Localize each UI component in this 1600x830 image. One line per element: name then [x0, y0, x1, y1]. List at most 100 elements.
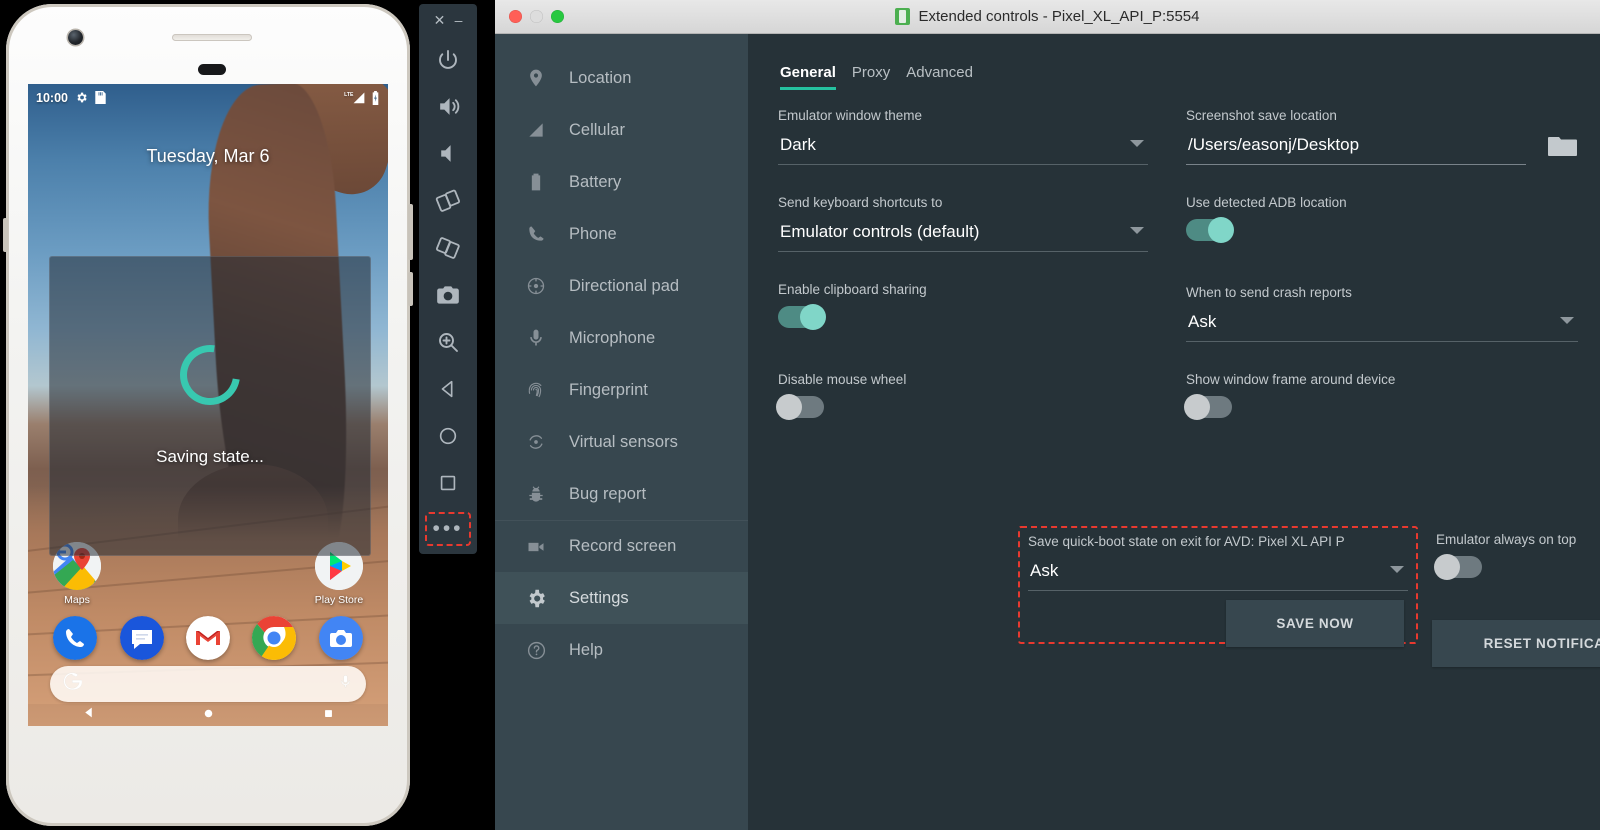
rotate-right-icon[interactable] — [426, 224, 470, 271]
window-frame-toggle[interactable] — [1184, 394, 1232, 420]
device-power-button[interactable] — [408, 204, 413, 260]
fingerprint-icon — [525, 379, 547, 401]
sidebar-item-phone[interactable]: Phone — [495, 208, 748, 260]
recents-nav-icon[interactable] — [323, 706, 334, 724]
settings-column-left: Emulator window theme Dark Send keyboard… — [748, 108, 1148, 448]
field-label: Emulator window theme — [778, 108, 923, 123]
window-zoom-button[interactable] — [551, 10, 564, 23]
field-label: Disable mouse wheel — [778, 372, 907, 387]
sidebar-item-cellular[interactable]: Cellular — [495, 104, 748, 156]
toolbar-close-button[interactable]: ✕ — [434, 13, 446, 27]
field-label: Send keyboard shortcuts to — [778, 195, 943, 210]
crash-reports-select[interactable]: Ask — [1186, 309, 1578, 342]
adb-location-toggle[interactable] — [1186, 217, 1234, 243]
camera-app-icon[interactable] — [318, 616, 363, 660]
sidebar-item-virtual-sensors[interactable]: Virtual sensors — [495, 416, 748, 468]
sidebar-item-bug-report[interactable]: Bug report — [495, 468, 748, 520]
window-title: Extended controls - Pixel_XL_API_P:5554 — [495, 8, 1600, 25]
sidebar-item-label: Bug report — [569, 484, 647, 503]
field-keyboard-shortcuts: Send keyboard shortcuts to Emulator cont… — [778, 195, 1148, 252]
settings-content: General Proxy Advanced Emulator window t… — [748, 34, 1600, 830]
keyboard-shortcuts-select[interactable]: Emulator controls (default) — [778, 219, 1148, 252]
chrome-app-icon[interactable] — [252, 616, 297, 660]
phone-app-icon[interactable] — [53, 616, 98, 660]
quickboot-select[interactable]: Ask — [1028, 558, 1408, 591]
field-label: Save quick-boot state on exit for AVD: P… — [1028, 534, 1345, 549]
folder-icon[interactable] — [1548, 134, 1578, 164]
home-app-label: Maps — [64, 594, 90, 606]
screenshot-location-input[interactable]: /Users/easonj/Desktop — [1186, 132, 1526, 165]
reset-notification-preferences-button[interactable]: RESET NOTIFICATION PREFERENCES — [1432, 620, 1600, 667]
settings-tabs: General Proxy Advanced — [748, 50, 1600, 90]
sidebar-item-location[interactable]: Location — [495, 52, 748, 104]
bug-icon — [525, 483, 547, 505]
device-sensor — [198, 64, 226, 75]
volume-up-icon[interactable] — [426, 83, 470, 130]
sidebar-item-label: Help — [569, 640, 603, 659]
field-always-on-top: Emulator always on top — [1434, 532, 1600, 580]
zoom-icon[interactable] — [426, 318, 470, 365]
always-on-top-toggle[interactable] — [1434, 554, 1482, 580]
toggle-knob — [1434, 554, 1460, 580]
field-quickboot-state: Save quick-boot state on exit for AVD: P… — [1028, 534, 1408, 591]
android-emulator-icon — [895, 8, 911, 25]
loading-spinner — [168, 333, 252, 417]
sidebar-item-label: Record screen — [569, 537, 677, 555]
save-now-button[interactable]: SAVE NOW — [1226, 600, 1404, 647]
chevron-down-icon — [1560, 317, 1574, 324]
messages-app-icon[interactable] — [119, 616, 164, 660]
window-close-button[interactable] — [509, 10, 522, 23]
tab-general[interactable]: General — [780, 64, 836, 90]
sidebar-item-settings[interactable]: Settings — [495, 572, 748, 624]
back-icon[interactable] — [426, 365, 470, 412]
battery-icon — [525, 171, 547, 193]
field-window-frame: Show window frame around device — [1184, 372, 1578, 420]
toggle-knob — [1208, 217, 1234, 243]
field-emulator-window-theme: Emulator window theme Dark — [778, 108, 1148, 165]
theme-select[interactable]: Dark — [778, 132, 1148, 165]
chevron-down-icon — [1130, 140, 1144, 147]
sidebar-item-record-screen[interactable]: Record screen — [495, 520, 748, 572]
overview-icon[interactable] — [426, 459, 470, 506]
toolbar-minimize-button[interactable]: – — [455, 13, 463, 27]
screenshot-location-value: /Users/easonj/Desktop — [1188, 135, 1360, 154]
sidebar-item-help[interactable]: Help — [495, 624, 748, 676]
gear-icon — [525, 587, 547, 609]
home-nav-icon[interactable] — [203, 706, 214, 724]
field-label: Screenshot save location — [1186, 108, 1337, 123]
screenshot-root: 10:00 LTE Tuesday, Mar 6 Maps Play Store… — [0, 0, 1600, 830]
device-volume-button[interactable] — [408, 272, 413, 306]
volume-down-icon[interactable] — [426, 130, 470, 177]
microphone-icon — [525, 327, 547, 349]
clipboard-sharing-toggle[interactable] — [778, 304, 826, 330]
sidebar-item-label: Phone — [569, 224, 617, 243]
sidebar-item-microphone[interactable]: Microphone — [495, 312, 748, 364]
tab-proxy[interactable]: Proxy — [852, 64, 890, 90]
keyboard-shortcuts-value: Emulator controls (default) — [780, 222, 980, 241]
device-side-button[interactable] — [3, 218, 8, 252]
device-screen[interactable]: 10:00 LTE Tuesday, Mar 6 Maps Play Store… — [28, 84, 388, 726]
field-clipboard-sharing: Enable clipboard sharing — [778, 282, 1148, 330]
tab-advanced[interactable]: Advanced — [906, 64, 973, 90]
sidebar-item-directional-pad[interactable]: Directional pad — [495, 260, 748, 312]
back-nav-icon[interactable] — [82, 706, 95, 724]
home-icon[interactable] — [426, 412, 470, 459]
disable-mouse-wheel-toggle[interactable] — [776, 394, 824, 420]
google-search-bar[interactable] — [50, 666, 366, 702]
power-icon[interactable] — [426, 36, 470, 83]
sidebar-item-label: Cellular — [569, 120, 625, 139]
more-extended-controls-button[interactable]: ••• — [425, 512, 471, 546]
window-minimize-button[interactable] — [530, 10, 543, 23]
device-nav-bar — [28, 704, 388, 726]
toggle-knob — [776, 394, 802, 420]
sidebar-item-battery[interactable]: Battery — [495, 156, 748, 208]
crash-reports-value: Ask — [1188, 312, 1217, 331]
gmail-app-icon[interactable] — [185, 616, 230, 660]
field-screenshot-save-location: Screenshot save location /Users/easonj/D… — [1186, 108, 1578, 165]
quickboot-value: Ask — [1030, 561, 1059, 580]
saving-state-overlay: Saving state... — [49, 256, 371, 556]
rotate-left-icon[interactable] — [426, 177, 470, 224]
sidebar-item-fingerprint[interactable]: Fingerprint — [495, 364, 748, 416]
screenshot-icon[interactable] — [426, 271, 470, 318]
microphone-icon[interactable] — [338, 673, 353, 695]
